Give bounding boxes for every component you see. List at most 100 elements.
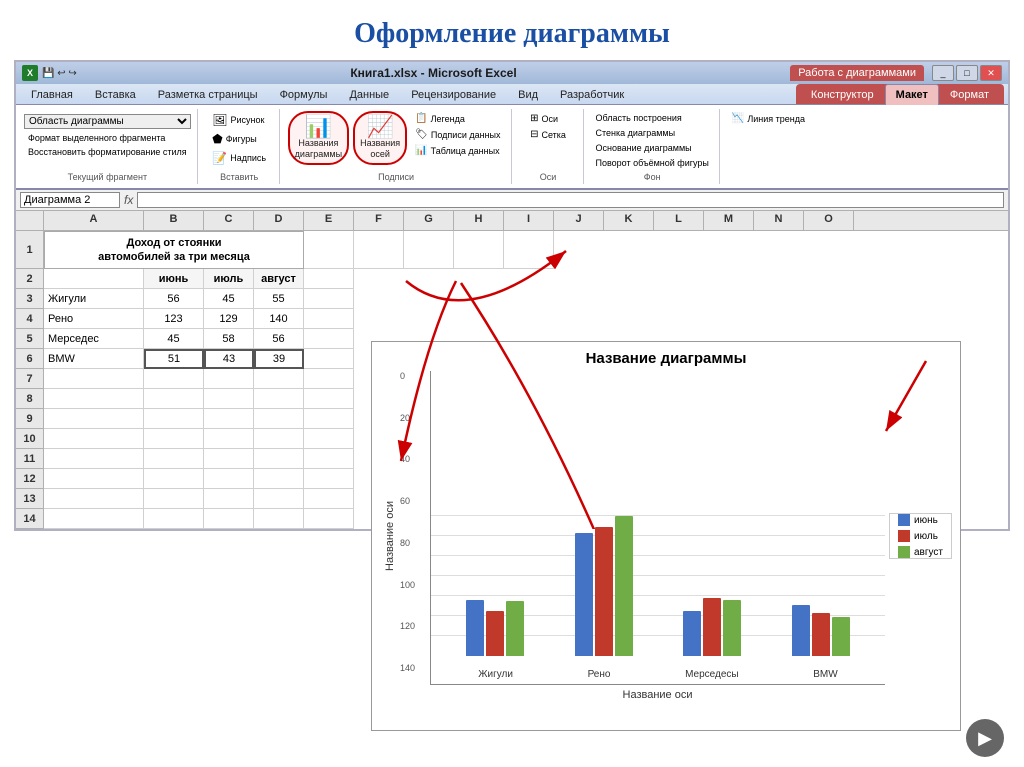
cell-c13[interactable] <box>204 489 254 509</box>
cell-a1[interactable]: Доход от стоянкиавтомобилей за три месяц… <box>44 231 304 269</box>
cell-e2[interactable] <box>304 269 354 289</box>
cell-g1[interactable] <box>404 231 454 269</box>
plot-area-button[interactable]: Область построения <box>592 111 686 125</box>
cell-b10[interactable] <box>144 429 204 449</box>
cell-a6[interactable]: BMW <box>44 349 144 369</box>
cell-e9[interactable] <box>304 409 354 429</box>
tab-layout[interactable]: Макет <box>885 84 939 105</box>
axes-button[interactable]: ⊞ Оси <box>526 111 562 126</box>
cell-e8[interactable] <box>304 389 354 409</box>
close-button[interactable]: ✕ <box>980 65 1002 81</box>
data-table-button[interactable]: 📊 Таблица данных <box>411 143 504 158</box>
textbox-button[interactable]: 📝 Надпись <box>208 149 270 167</box>
cell-e6[interactable] <box>304 349 354 369</box>
cell-d11[interactable] <box>254 449 304 469</box>
cell-a14[interactable] <box>44 509 144 529</box>
cell-c2[interactable]: июль <box>204 269 254 289</box>
cell-a9[interactable] <box>44 409 144 429</box>
rotate-button[interactable]: Поворот объёмной фигуры <box>592 156 713 170</box>
cell-d9[interactable] <box>254 409 304 429</box>
nav-arrow-button[interactable]: ▶ <box>966 719 1004 757</box>
cell-b3[interactable]: 56 <box>144 289 204 309</box>
format-fragment-button[interactable]: Формат выделенного фрагмента <box>24 131 191 145</box>
cell-b9[interactable] <box>144 409 204 429</box>
tab-formulas[interactable]: Формулы <box>269 84 339 105</box>
cell-c8[interactable] <box>204 389 254 409</box>
cell-e10[interactable] <box>304 429 354 449</box>
trendline-button[interactable]: 📉 Линия тренда <box>728 111 809 126</box>
cell-c14[interactable] <box>204 509 254 529</box>
tab-home[interactable]: Главная <box>20 84 84 105</box>
cell-e12[interactable] <box>304 469 354 489</box>
cell-e3[interactable] <box>304 289 354 309</box>
cell-c10[interactable] <box>204 429 254 449</box>
cell-a12[interactable] <box>44 469 144 489</box>
gridlines-button[interactable]: ⊟ Сетка <box>526 127 570 142</box>
tab-view[interactable]: Вид <box>507 84 549 105</box>
cell-d8[interactable] <box>254 389 304 409</box>
cell-a10[interactable] <box>44 429 144 449</box>
cell-c4[interactable]: 129 <box>204 309 254 329</box>
minimize-button[interactable]: _ <box>932 65 954 81</box>
cell-d7[interactable] <box>254 369 304 389</box>
tab-format[interactable]: Формат <box>939 84 1000 105</box>
cell-d14[interactable] <box>254 509 304 529</box>
chart-floor-button[interactable]: Основание диаграммы <box>592 141 696 155</box>
cell-e13[interactable] <box>304 489 354 509</box>
cell-c3[interactable]: 45 <box>204 289 254 309</box>
cell-c11[interactable] <box>204 449 254 469</box>
maximize-button[interactable]: □ <box>956 65 978 81</box>
area-selector[interactable]: Область диаграммы <box>24 114 191 129</box>
tab-developer[interactable]: Разработчик <box>549 84 635 105</box>
cell-d3[interactable]: 55 <box>254 289 304 309</box>
restore-format-button[interactable]: Восстановить форматирование стиля <box>24 145 191 159</box>
cell-b14[interactable] <box>144 509 204 529</box>
tab-review[interactable]: Рецензирование <box>400 84 507 105</box>
cell-e7[interactable] <box>304 369 354 389</box>
cell-i1[interactable] <box>504 231 554 269</box>
tab-constructor[interactable]: Конструктор <box>800 84 885 105</box>
cell-d4[interactable]: 140 <box>254 309 304 329</box>
cell-d12[interactable] <box>254 469 304 489</box>
chart-area[interactable]: Название диаграммы Название оси 140 120 … <box>371 341 961 731</box>
cell-b4[interactable]: 123 <box>144 309 204 329</box>
chart-title-button[interactable]: 📊 Названия диаграммы <box>288 111 349 165</box>
legend-button[interactable]: 📋 Легенда <box>411 111 504 126</box>
cell-c7[interactable] <box>204 369 254 389</box>
shapes-button[interactable]: ⬟ Фигуры <box>208 130 260 148</box>
cell-b11[interactable] <box>144 449 204 469</box>
cell-b2[interactable]: июнь <box>144 269 204 289</box>
cell-f1[interactable] <box>354 231 404 269</box>
cell-d2[interactable]: август <box>254 269 304 289</box>
cell-a7[interactable] <box>44 369 144 389</box>
picture-button[interactable]: 🖼 Рисунок <box>208 111 268 129</box>
cell-b12[interactable] <box>144 469 204 489</box>
cell-d5[interactable]: 56 <box>254 329 304 349</box>
cell-e11[interactable] <box>304 449 354 469</box>
tab-page-layout[interactable]: Разметка страницы <box>147 84 269 105</box>
cell-a3[interactable]: Жигули <box>44 289 144 309</box>
cell-d6[interactable]: 39 <box>254 349 304 369</box>
cell-e1[interactable] <box>304 231 354 269</box>
chart-wall-button[interactable]: Стенка диаграммы <box>592 126 680 140</box>
tab-data[interactable]: Данные <box>338 84 400 105</box>
cell-a11[interactable] <box>44 449 144 469</box>
cell-d13[interactable] <box>254 489 304 509</box>
cell-c6[interactable]: 43 <box>204 349 254 369</box>
formula-input[interactable] <box>137 192 1004 208</box>
cell-c5[interactable]: 58 <box>204 329 254 349</box>
cell-a13[interactable] <box>44 489 144 509</box>
cell-b13[interactable] <box>144 489 204 509</box>
axis-title-button[interactable]: 📈 Названия осей <box>353 111 407 165</box>
name-box-input[interactable] <box>20 192 120 208</box>
data-labels-button[interactable]: 🏷 Подписи данных <box>411 127 504 142</box>
cell-a2[interactable] <box>44 269 144 289</box>
cell-e5[interactable] <box>304 329 354 349</box>
cell-b8[interactable] <box>144 389 204 409</box>
cell-a8[interactable] <box>44 389 144 409</box>
cell-b7[interactable] <box>144 369 204 389</box>
cell-c9[interactable] <box>204 409 254 429</box>
tab-insert[interactable]: Вставка <box>84 84 147 105</box>
cell-e14[interactable] <box>304 509 354 529</box>
cell-d10[interactable] <box>254 429 304 449</box>
